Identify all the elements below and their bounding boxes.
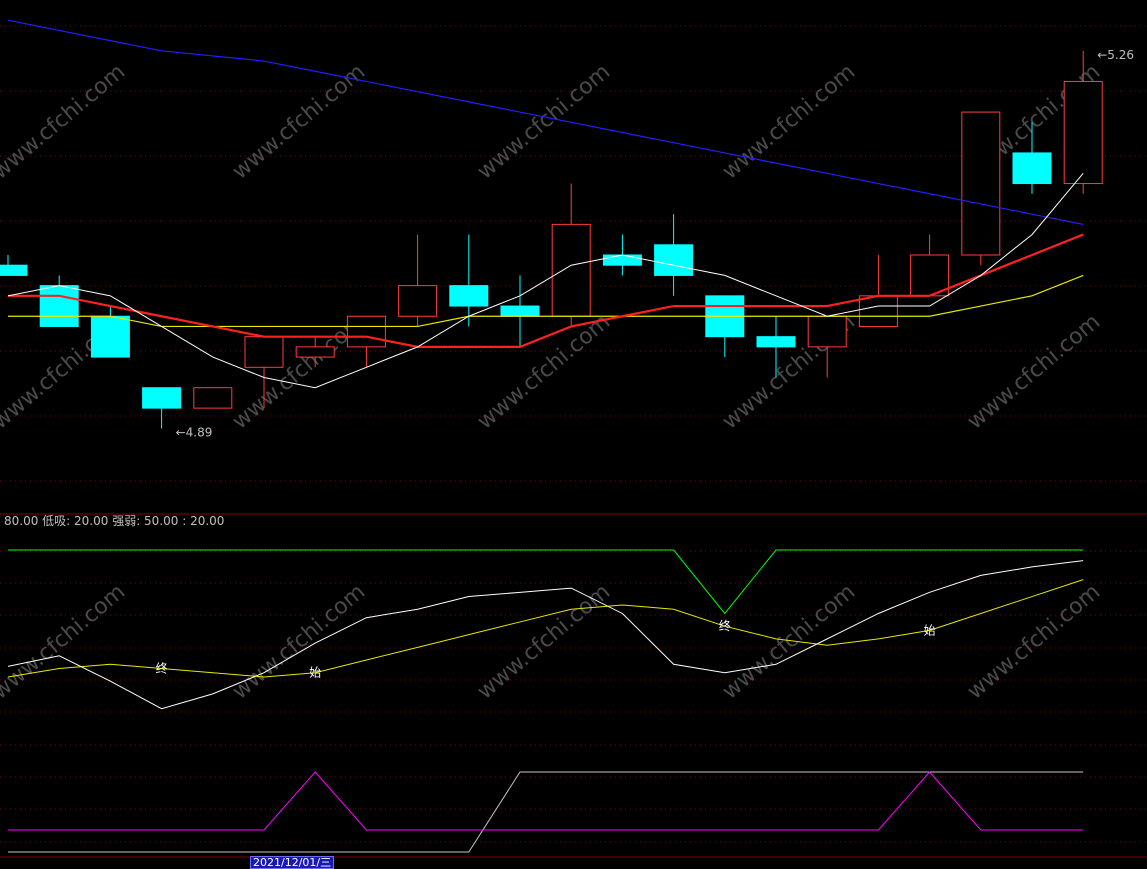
candle-body (398, 285, 438, 317)
candle-body (602, 254, 642, 266)
candle-body (756, 336, 796, 348)
osc-marker-label: 终 (719, 618, 731, 633)
candle-body (346, 315, 386, 348)
indicator-params-text: 80.00 低吸: 20.00 强弱: 50.00 : 20.00 (4, 514, 224, 528)
osc-marker-label: 终 (156, 660, 168, 675)
stock-chart: www.cfchi.com www.cfchi.com www.cfchi.com w… (0, 0, 1147, 866)
candle-body (193, 387, 233, 409)
candle-body (142, 387, 182, 409)
price-annotation: ←5.26 (1097, 48, 1134, 62)
osc-marker-label: 始 (309, 666, 321, 680)
price-annotation: ←4.89 (176, 426, 213, 440)
candle-up (193, 387, 233, 409)
candle-body (90, 315, 130, 358)
candle-body (295, 346, 335, 358)
candle-body (0, 264, 28, 276)
candle-body (39, 285, 79, 327)
date-label: 2021/12/01/三 (250, 856, 335, 869)
candle-up (961, 111, 1001, 266)
candle-body (961, 111, 1001, 256)
candle-body (551, 223, 591, 317)
candle-body (500, 305, 540, 317)
candle-body (654, 244, 694, 276)
candle-body (1063, 80, 1103, 185)
candle-body (807, 315, 847, 348)
osc-marker-label: 始 (924, 623, 936, 637)
candle-body (1012, 152, 1052, 185)
candle-body (449, 285, 489, 307)
candle-body (244, 336, 284, 368)
candle-body (858, 295, 898, 327)
